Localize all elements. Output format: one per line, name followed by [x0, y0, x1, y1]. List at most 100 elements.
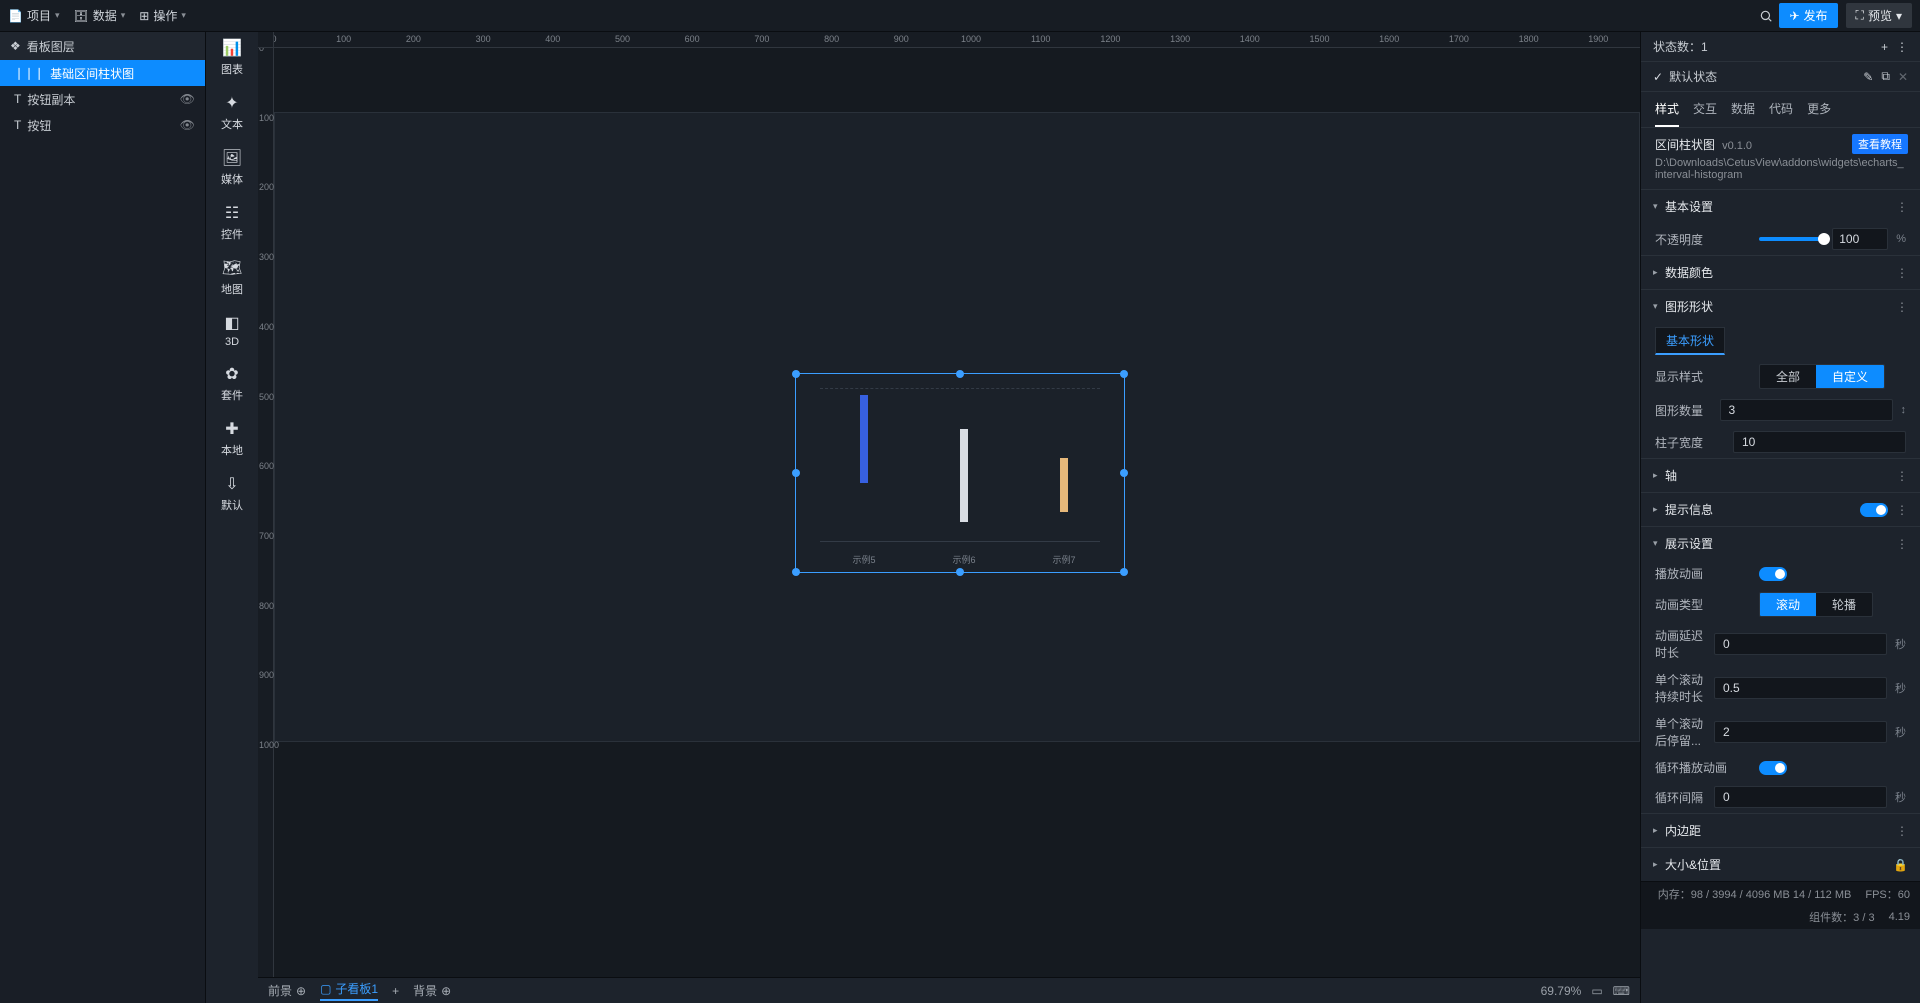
layer-item[interactable]: T按钮副本👁: [0, 86, 205, 112]
ruler-corner: [258, 32, 274, 48]
ruler-vertical: 01002003004005006007008009001000: [258, 48, 274, 977]
dashboard-board[interactable]: 示例5示例6示例7: [274, 112, 1640, 742]
viewport[interactable]: 示例5示例6示例7: [274, 48, 1640, 977]
layer-item[interactable]: ❘❘❘基础区间柱状图: [0, 60, 205, 86]
eye-icon[interactable]: 👁: [180, 118, 195, 132]
section-data-color[interactable]: ▸数据颜色⋮: [1641, 256, 1920, 289]
resize-handle[interactable]: [792, 370, 800, 378]
search-button[interactable]: [1753, 3, 1779, 29]
tab-foreground[interactable]: 前景 ⊕: [268, 982, 306, 999]
tutorial-link[interactable]: 查看教程: [1852, 134, 1908, 154]
layer-item[interactable]: T按钮👁: [0, 112, 205, 138]
tool-text[interactable]: ✦文本: [221, 93, 243, 132]
tab-add[interactable]: +: [392, 984, 399, 998]
tool-widget[interactable]: ☷控件: [221, 203, 243, 242]
eye-icon[interactable]: 👁: [180, 92, 195, 106]
resize-handle[interactable]: [1120, 370, 1128, 378]
more-icon[interactable]: ⋮: [1896, 266, 1908, 280]
unit-label: %: [1896, 233, 1906, 245]
resize-handle[interactable]: [792, 568, 800, 576]
copy-icon[interactable]: ⧉: [1881, 69, 1890, 84]
section-header[interactable]: ▾基本设置⋮: [1641, 190, 1920, 223]
plus-icon[interactable]: +: [1881, 40, 1888, 54]
inspector-tab[interactable]: 样式: [1655, 92, 1679, 127]
inspector-tab[interactable]: 更多: [1807, 92, 1831, 127]
menu-data[interactable]: 🗄 数据 ▾: [74, 7, 126, 24]
play-anim-switch[interactable]: [1759, 567, 1787, 581]
seg-scroll[interactable]: 滚动: [1760, 593, 1816, 616]
loop-gap-input[interactable]: [1714, 786, 1887, 808]
plus-icon[interactable]: ⊕: [296, 984, 306, 998]
more-icon[interactable]: ⋮: [1896, 503, 1908, 517]
loop-anim-switch[interactable]: [1759, 761, 1787, 775]
seg-all[interactable]: 全部: [1760, 365, 1816, 388]
more-icon[interactable]: ⋮: [1896, 537, 1908, 551]
section-margin[interactable]: ▸内边距⋮: [1641, 814, 1920, 847]
inspector-tab[interactable]: 数据: [1731, 92, 1755, 127]
shape-subtab[interactable]: 基本形状: [1655, 327, 1725, 355]
tool-map[interactable]: 🗺地图: [221, 258, 243, 297]
section-pos[interactable]: ▸大小&位置🔒: [1641, 848, 1920, 881]
seg-custom[interactable]: 自定义: [1816, 365, 1884, 388]
resize-handle[interactable]: [1120, 469, 1128, 477]
resize-handle[interactable]: [956, 568, 964, 576]
tooltip-switch[interactable]: [1860, 503, 1888, 517]
close-icon[interactable]: ✕: [1898, 70, 1908, 84]
more-icon[interactable]: ⋮: [1896, 824, 1908, 838]
fit-icon[interactable]: ▭: [1591, 984, 1602, 998]
keyboard-icon[interactable]: ⌨: [1613, 984, 1630, 998]
more-icon[interactable]: ⋮: [1896, 469, 1908, 483]
prop-shape-count: 图形数量 ↕: [1641, 394, 1920, 426]
tool-chart[interactable]: 📊图表: [221, 38, 243, 77]
scroll-dur-input[interactable]: [1714, 677, 1887, 699]
section-title: 内边距: [1665, 822, 1701, 839]
opacity-input[interactable]: [1832, 228, 1888, 250]
menu-project[interactable]: 📄 项目 ▾: [8, 7, 60, 24]
plus-icon[interactable]: ⊕: [441, 984, 451, 998]
section-shape[interactable]: ▾图形形状⋮: [1641, 290, 1920, 323]
shape-count-input[interactable]: [1720, 399, 1893, 421]
seg-carousel[interactable]: 轮播: [1816, 593, 1872, 616]
tool-label: 3D: [225, 336, 239, 348]
lock-icon[interactable]: 🔒: [1893, 858, 1908, 872]
tool-local[interactable]: ✚本地: [221, 419, 243, 458]
section-display[interactable]: ▾展示设置⋮: [1641, 527, 1920, 560]
stepper-icon[interactable]: ↕: [1901, 404, 1907, 416]
interval-bar-chart: [820, 388, 1100, 542]
anim-delay-input[interactable]: [1714, 633, 1887, 655]
menu-ops[interactable]: ⊞ 操作 ▾: [139, 7, 186, 24]
resize-handle[interactable]: [792, 469, 800, 477]
edit-icon[interactable]: ✎: [1863, 70, 1873, 84]
canvas-body[interactable]: 0100200300400500600700800900100011001200…: [258, 32, 1640, 977]
slider-knob[interactable]: [1818, 233, 1830, 245]
tab-subboard[interactable]: ▢ 子看板1: [320, 980, 378, 1001]
status-version: 4.19: [1889, 911, 1910, 923]
status-bar-2: 组件数：3 / 3 4.19: [1641, 905, 1920, 929]
opacity-slider[interactable]: [1759, 237, 1824, 241]
inspector-tab[interactable]: 代码: [1769, 92, 1793, 127]
tool-label: 图表: [221, 61, 243, 77]
inspector-tabs: 样式交互数据代码更多: [1641, 92, 1920, 128]
resize-handle[interactable]: [1120, 568, 1128, 576]
inspector-tab[interactable]: 交互: [1693, 92, 1717, 127]
tool-cube[interactable]: ◧3D: [224, 313, 239, 348]
more-icon[interactable]: ⋮: [1896, 300, 1908, 314]
default-state-row[interactable]: ✓ 默认状态 ✎ ⧉ ✕: [1641, 62, 1920, 92]
tool-download[interactable]: ⇩默认: [221, 474, 243, 513]
tool-media[interactable]: 🖼媒体: [221, 148, 243, 187]
component-path: D:\Downloads\CetusView\addons\widgets\ec…: [1655, 157, 1906, 181]
more-icon[interactable]: ⋮: [1896, 200, 1908, 214]
bar-width-input[interactable]: [1733, 431, 1906, 453]
resize-handle[interactable]: [956, 370, 964, 378]
section-tooltip[interactable]: ▸提示信息⋮: [1641, 493, 1920, 526]
publish-button[interactable]: ✈ 发布: [1779, 3, 1837, 28]
section-axis[interactable]: ▸轴⋮: [1641, 459, 1920, 492]
selected-widget[interactable]: 示例5示例6示例7: [795, 373, 1125, 573]
scroll-stay-input[interactable]: [1714, 721, 1887, 743]
more-icon[interactable]: ⋮: [1896, 40, 1908, 54]
status-fps: FPS：60: [1865, 886, 1910, 902]
tool-kit[interactable]: ✿套件: [221, 364, 243, 403]
button-label: 预览: [1868, 7, 1892, 24]
tab-background[interactable]: 背景 ⊕: [413, 982, 451, 999]
preview-button[interactable]: ⛶ 预览 ▾: [1846, 3, 1912, 28]
